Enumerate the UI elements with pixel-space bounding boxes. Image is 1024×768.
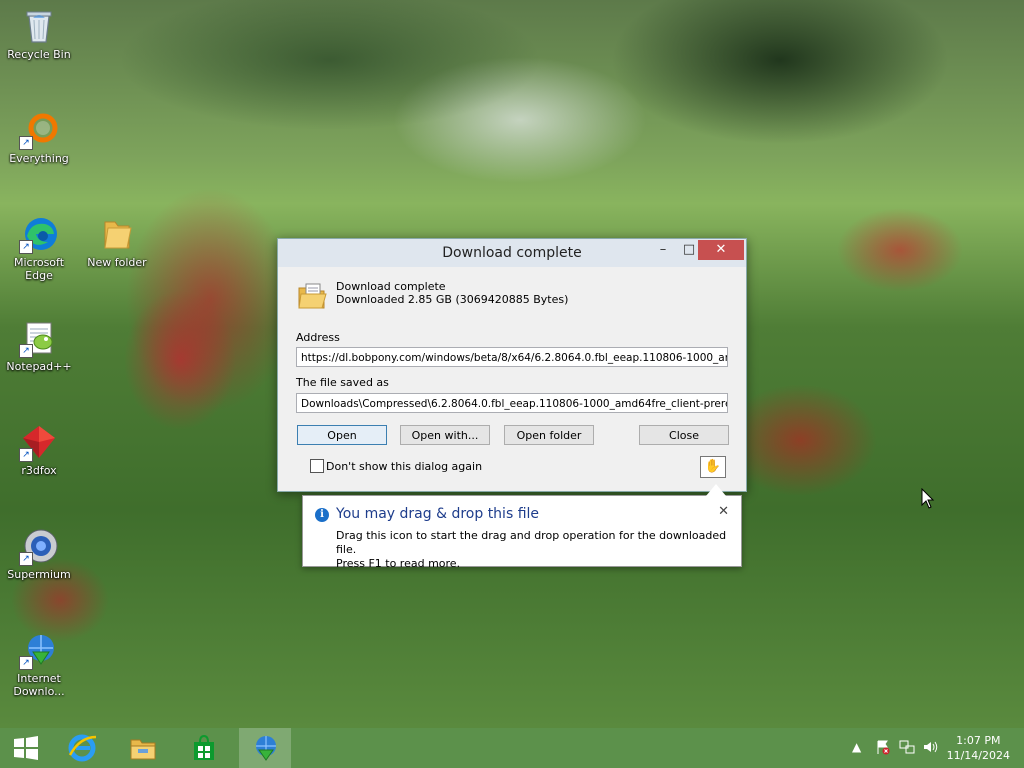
shortcut-arrow-icon: ↗: [19, 448, 33, 462]
shortcut-arrow-icon: ↗: [19, 656, 33, 670]
clock-time: 1:07 PM: [956, 734, 1001, 747]
internet-explorer-icon: [68, 734, 97, 762]
close-window-button[interactable]: ✕: [698, 240, 744, 260]
store-icon: [194, 734, 214, 760]
status-detail: Downloaded 2.85 GB (3069420885 Bytes): [336, 293, 569, 306]
taskbar-internet-download-manager[interactable]: [239, 728, 291, 768]
dont-show-label: Don't show this dialog again: [326, 460, 483, 473]
desktop-icon-label: Notepad++: [6, 360, 72, 373]
taskbar-clock[interactable]: 1:07 PM 11/14/2024: [947, 733, 1010, 763]
desktop-icon-label: New folder: [87, 256, 147, 269]
taskbar-internet-explorer[interactable]: [56, 728, 108, 768]
saved-as-field[interactable]: Downloads\Compressed\6.2.8064.0.fbl_eeap…: [296, 393, 728, 413]
close-button[interactable]: Close: [639, 425, 729, 445]
r3dfox-icon: ↗: [19, 422, 59, 462]
tooltip-line: Drag this icon to start the drag and dro…: [336, 529, 727, 556]
drag-drop-tooltip: i You may drag & drop this file ✕ Drag t…: [302, 484, 742, 570]
desktop-icon-microsoft-edge[interactable]: ↗ Microsoft Edge: [3, 214, 75, 282]
desktop-icon-label: Supermium: [7, 568, 71, 581]
desktop-icon-everything[interactable]: ↗ Everything: [3, 110, 75, 165]
minimize-button[interactable]: –: [650, 240, 676, 260]
tooltip-body: Drag this icon to start the drag and dro…: [336, 529, 741, 571]
desktop-icon-supermium[interactable]: ↗ Supermium: [3, 526, 75, 581]
notepadpp-icon: ↗: [19, 318, 59, 358]
desktop-icon-label: Microsoft Edge: [13, 256, 65, 282]
show-hidden-icons-icon[interactable]: ▲: [852, 740, 861, 754]
shortcut-arrow-icon: ↗: [19, 344, 33, 358]
desktop-icon-internet-download-manager[interactable]: ↗ Internet Downlo...: [3, 630, 75, 698]
download-complete-dialog: Download complete – □ ✕ Download complet…: [277, 238, 747, 492]
open-button[interactable]: Open: [297, 425, 387, 445]
shortcut-arrow-icon: ↗: [19, 552, 33, 566]
file-explorer-icon: [130, 739, 156, 760]
saved-as-label: The file saved as: [296, 376, 389, 389]
idm-icon: [256, 736, 276, 761]
clock-date: 11/14/2024: [946, 749, 1010, 762]
network-icon[interactable]: [899, 739, 915, 758]
start-icon: [14, 736, 38, 760]
dont-show-checkbox[interactable]: [310, 459, 324, 473]
everything-search-icon: ↗: [19, 110, 59, 150]
action-center-flag-icon[interactable]: [875, 739, 891, 758]
desktop-icon-r3dfox[interactable]: ↗ r3dfox: [3, 422, 75, 477]
download-complete-icon: [296, 279, 328, 311]
drag-drop-icon[interactable]: ✋: [700, 456, 726, 478]
idm-icon: ↗: [19, 630, 59, 670]
desktop-icon-label: Everything: [9, 152, 69, 165]
desktop-icon-new-folder[interactable]: New folder: [81, 214, 153, 269]
desktop-icon-label: Recycle Bin: [7, 48, 71, 61]
desktop-icon-notepadpp[interactable]: ↗ Notepad++: [3, 318, 75, 373]
tooltip-pointer: [706, 484, 726, 496]
desktop-icon-label: r3dfox: [21, 464, 57, 477]
recycle-bin-icon: [19, 6, 59, 46]
open-with-button[interactable]: Open with...: [400, 425, 490, 445]
edge-icon: ↗: [19, 214, 59, 254]
start-button[interactable]: [0, 728, 52, 768]
taskbar: ▲ 1:07 PM 11/14/2024: [0, 728, 1024, 768]
status-title: Download complete: [336, 280, 446, 293]
mouse-cursor-icon: [921, 487, 935, 513]
dialog-titlebar[interactable]: Download complete – □ ✕: [278, 239, 746, 267]
tooltip-close-icon[interactable]: ✕: [718, 504, 729, 519]
taskbar-store[interactable]: [178, 728, 230, 768]
info-icon: i: [315, 508, 329, 522]
taskbar-file-explorer[interactable]: [117, 728, 169, 768]
supermium-icon: ↗: [19, 526, 59, 566]
volume-icon[interactable]: [922, 739, 938, 758]
tooltip-title: You may drag & drop this file: [336, 506, 540, 522]
folder-icon: [97, 214, 137, 254]
address-field[interactable]: https://dl.bobpony.com/windows/beta/8/x6…: [296, 347, 728, 367]
shortcut-arrow-icon: ↗: [19, 240, 33, 254]
address-label: Address: [296, 331, 340, 344]
open-folder-button[interactable]: Open folder: [504, 425, 594, 445]
desktop-icon-label: Internet Downlo...: [13, 672, 65, 698]
tooltip-line: Press F1 to read more.: [336, 557, 461, 570]
shortcut-arrow-icon: ↗: [19, 136, 33, 150]
desktop-icon-recycle-bin[interactable]: Recycle Bin: [3, 6, 75, 61]
desktop: Recycle Bin ↗ Everything ↗ Microsoft Edg…: [0, 0, 1024, 728]
